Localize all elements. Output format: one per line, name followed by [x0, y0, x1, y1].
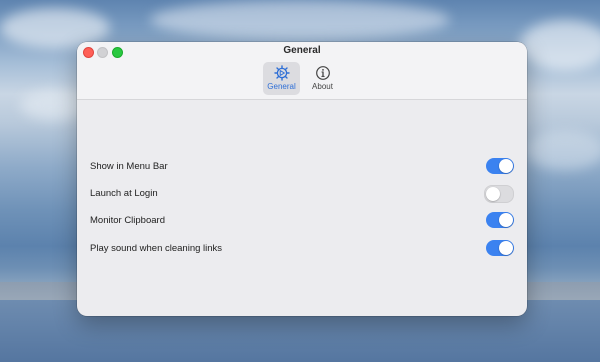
tab-general-label: General [267, 82, 296, 91]
launch-at-login-toggle[interactable] [484, 185, 514, 203]
play-sound-toggle[interactable] [486, 240, 514, 256]
toggle-knob [499, 213, 513, 227]
setting-row-monitor-clipboard: Monitor Clipboard [90, 212, 514, 230]
toggle-knob [486, 187, 500, 201]
tab-about[interactable]: About [304, 62, 341, 95]
show-in-menu-bar-toggle[interactable] [486, 158, 514, 174]
setting-label: Launch at Login [90, 188, 158, 199]
toggle-knob [499, 241, 513, 255]
window-toolbar: General General About [77, 42, 527, 100]
desktop-wallpaper: General General About Show in Menu Bar L… [0, 0, 600, 362]
toggle-knob [499, 159, 513, 173]
tab-about-label: About [312, 82, 333, 91]
info-icon [315, 66, 330, 80]
wallpaper-cloud [525, 130, 600, 170]
monitor-clipboard-toggle[interactable] [486, 212, 514, 228]
setting-row-show-in-menu-bar: Show in Menu Bar [90, 158, 514, 176]
gear-icon [273, 65, 290, 81]
setting-label: Play sound when cleaning links [90, 243, 223, 254]
setting-label: Monitor Clipboard [90, 215, 165, 226]
setting-row-launch-at-login: Launch at Login [90, 185, 514, 203]
setting-label: Show in Menu Bar [90, 161, 168, 172]
tab-general[interactable]: General [263, 62, 300, 95]
wallpaper-cloud [150, 0, 450, 40]
window-title: General [283, 45, 321, 56]
wallpaper-cloud [520, 20, 600, 70]
settings-window: General General About Show in Menu Bar L… [77, 42, 527, 316]
setting-row-play-sound: Play sound when cleaning links [90, 240, 514, 258]
